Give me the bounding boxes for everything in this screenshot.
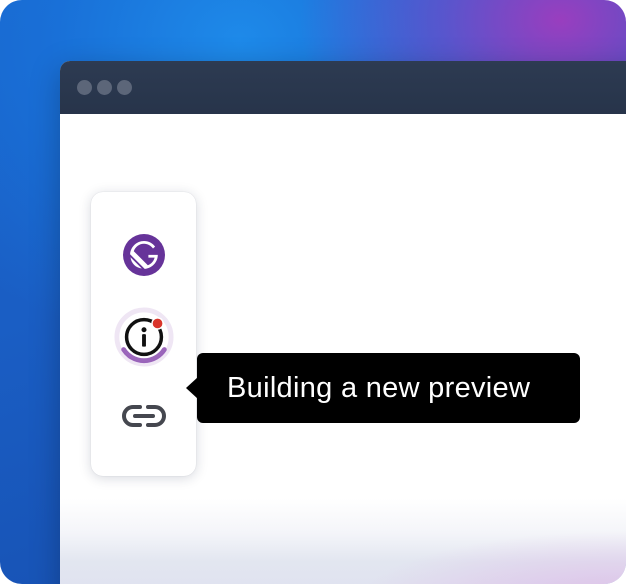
link-icon <box>121 405 166 427</box>
window-titlebar <box>60 61 626 114</box>
background-stage: Building a new preview <box>0 0 626 584</box>
tooltip-text: Building a new preview <box>227 371 531 404</box>
gatsby-button[interactable] <box>114 225 174 285</box>
window-minimize-dot[interactable] <box>97 80 112 95</box>
status-tooltip: Building a new preview <box>197 353 580 423</box>
window-content: Building a new preview <box>60 114 626 584</box>
gatsby-logo-icon <box>122 234 165 276</box>
window-close-dot[interactable] <box>77 80 92 95</box>
window-maximize-dot[interactable] <box>117 80 132 95</box>
copy-link-button[interactable] <box>114 386 174 446</box>
info-icon <box>113 307 174 367</box>
preview-toolbar <box>91 192 196 476</box>
build-status-button[interactable] <box>113 307 174 367</box>
browser-window: Building a new preview <box>60 61 626 584</box>
